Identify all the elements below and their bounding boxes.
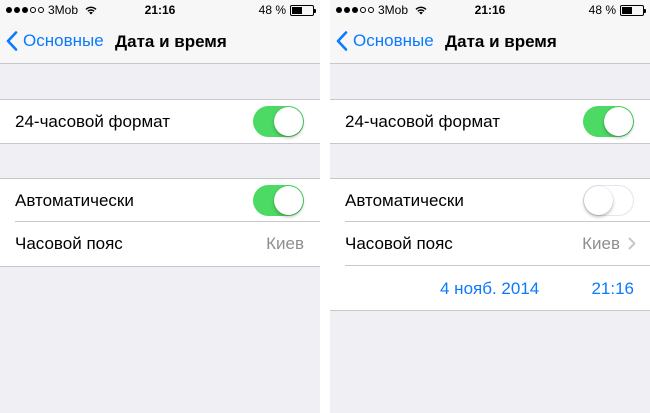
auto-row: Автоматически bbox=[0, 179, 320, 222]
top-bar: 3Mob 21:16 48 % Основные Дата и время bbox=[330, 0, 650, 64]
battery-percent: 48 % bbox=[588, 3, 616, 17]
battery-info: 48 % bbox=[588, 3, 646, 17]
auto-toggle[interactable] bbox=[583, 185, 634, 216]
format-group: 24-часовой формат bbox=[330, 99, 650, 144]
battery-icon bbox=[290, 4, 316, 16]
auto-toggle[interactable] bbox=[253, 185, 304, 216]
date-value[interactable]: 4 нояб. 2014 bbox=[440, 279, 539, 299]
page-title: Дата и время bbox=[115, 32, 227, 51]
comparison-screens: 3Mob 21:16 48 % Основные Дата и время 24… bbox=[0, 0, 650, 413]
navigation-bar: Основные Дата и время bbox=[0, 20, 320, 64]
battery-percent: 48 % bbox=[258, 3, 286, 17]
page-title: Дата и время bbox=[445, 32, 557, 51]
timezone-value: Киев bbox=[266, 234, 304, 253]
screen-auto-off: 3Mob 21:16 48 % Основные Дата и время 24… bbox=[330, 0, 650, 413]
timezone-label: Часовой пояс bbox=[15, 234, 123, 253]
back-label: Основные bbox=[353, 31, 434, 50]
battery-info: 48 % bbox=[258, 3, 316, 17]
timezone-label: Часовой пояс bbox=[345, 234, 453, 253]
timezone-row[interactable]: Часовой пояс Киев bbox=[330, 221, 650, 266]
format-group: 24-часовой формат bbox=[0, 99, 320, 144]
top-bar: 3Mob 21:16 48 % Основные Дата и время bbox=[0, 0, 320, 64]
time-value[interactable]: 21:16 bbox=[591, 279, 634, 299]
navigation-bar: Основные Дата и время bbox=[330, 20, 650, 64]
chevron-right-icon bbox=[628, 237, 636, 250]
format-24h-row: 24-часовой формат bbox=[330, 100, 650, 143]
datetime-row: 4 нояб. 2014 21:16 bbox=[330, 265, 650, 310]
time-settings-group: Автоматически Часовой пояс Киев 4 нояб. … bbox=[330, 178, 650, 311]
battery-icon bbox=[620, 4, 646, 16]
screen-auto-on: 3Mob 21:16 48 % Основные Дата и время 24… bbox=[0, 0, 320, 413]
back-button[interactable]: Основные bbox=[6, 31, 104, 51]
timezone-value: Киев bbox=[582, 234, 620, 253]
chevron-left-icon bbox=[6, 31, 18, 51]
back-label: Основные bbox=[23, 31, 104, 50]
back-button[interactable]: Основные bbox=[336, 31, 434, 51]
auto-label: Автоматически bbox=[345, 190, 464, 210]
status-bar: 3Mob 21:16 48 % bbox=[0, 0, 320, 20]
format-24h-toggle[interactable] bbox=[583, 106, 634, 137]
format-24h-label: 24-часовой формат bbox=[345, 111, 500, 131]
auto-row: Автоматически bbox=[330, 179, 650, 222]
auto-label: Автоматически bbox=[15, 190, 134, 210]
time-settings-group: Автоматически Часовой пояс Киев bbox=[0, 178, 320, 267]
timezone-row: Часовой пояс Киев bbox=[0, 221, 320, 266]
status-bar: 3Mob 21:16 48 % bbox=[330, 0, 650, 20]
format-24h-label: 24-часовой формат bbox=[15, 111, 170, 131]
format-24h-toggle[interactable] bbox=[253, 106, 304, 137]
format-24h-row: 24-часовой формат bbox=[0, 100, 320, 143]
chevron-left-icon bbox=[336, 31, 348, 51]
